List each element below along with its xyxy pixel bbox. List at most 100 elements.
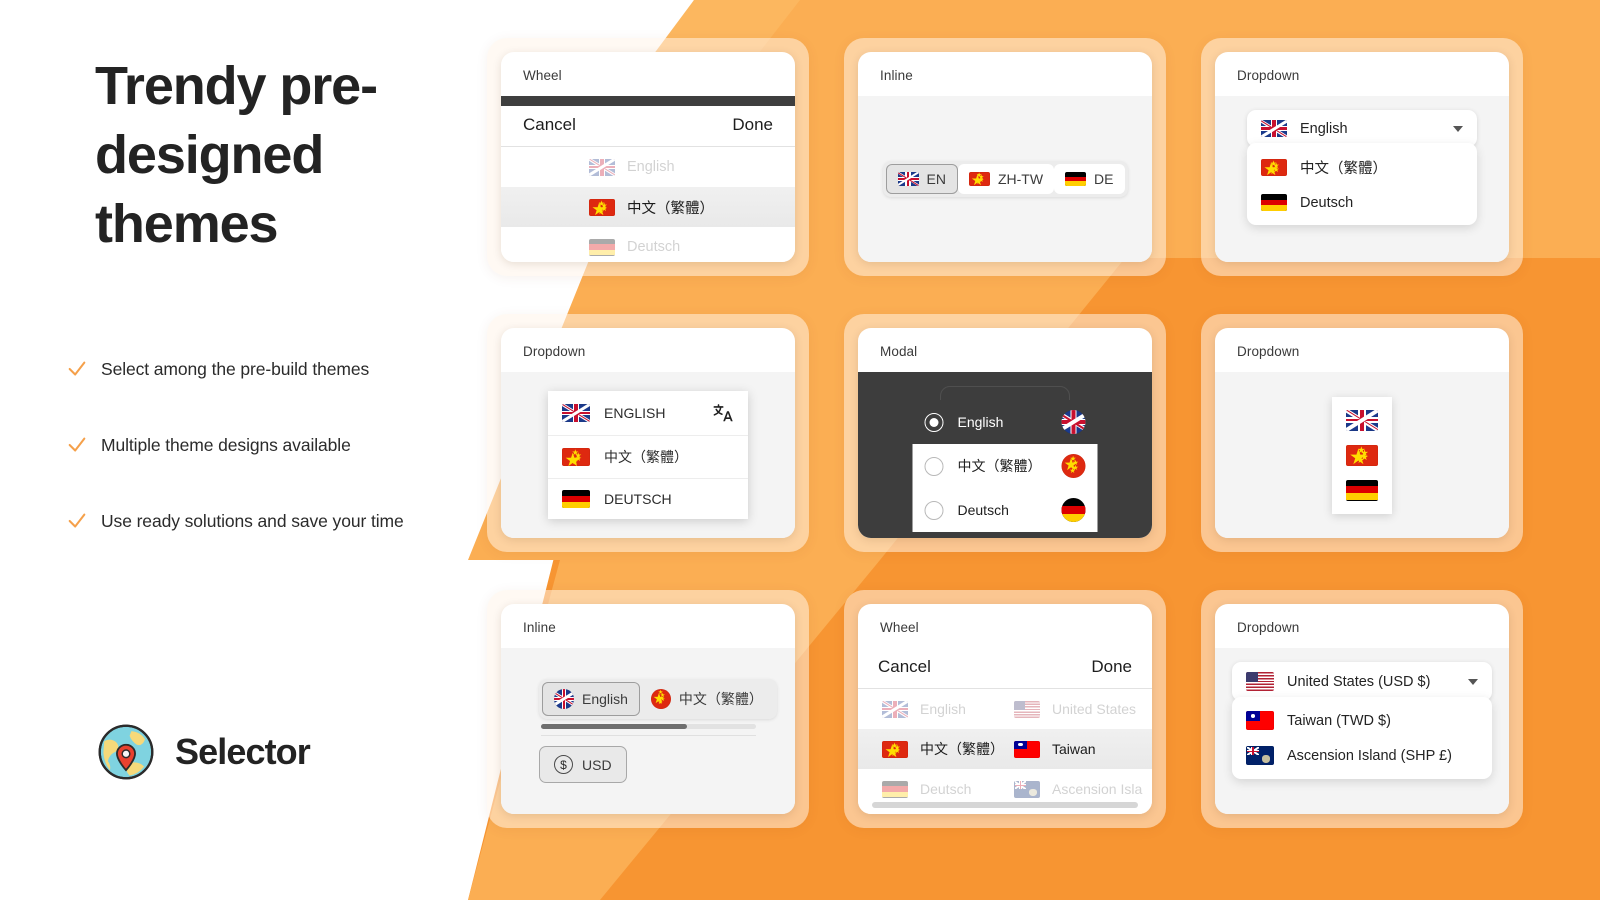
china-flag: ★ ★ ★ ★ ★ (968, 172, 990, 186)
dropdown-option[interactable]: ★ ★ ★ ★ ★ 中文（繁體） (1247, 149, 1477, 186)
segment-english[interactable]: English (542, 682, 640, 716)
currency-button[interactable]: $ USD (539, 746, 627, 783)
poster-canvas: Trendy pre-designed themes Select among … (0, 0, 1600, 900)
wheel-option-label: English (627, 159, 675, 175)
cancel-button[interactable]: Cancel (878, 657, 931, 677)
cancel-button[interactable]: Cancel (523, 115, 576, 135)
preview-inline-currency: Inline English ★ ★ ★ ★ ★ 中文（繁體） $ USD (501, 604, 795, 814)
segment-zh-tw[interactable]: ★ ★ ★ ★ ★ 中文（繁體） (640, 682, 774, 716)
theme-card-dropdown-uppercase: Dropdown ENGLISH ★ ★ ★ ★ ★ 中文（繁體） DEUTSC… (487, 314, 809, 552)
modal-radio-row[interactable]: 中文（繁體） ★ ★ ★ ★ ★ (913, 444, 1098, 488)
divider (541, 735, 756, 736)
wheel-country-cell: Taiwan (1014, 740, 1152, 758)
segment-label: 中文（繁體） (678, 691, 763, 707)
brand-lockup: Selector (97, 723, 311, 781)
preview-dropdown-flags: Dropdown ★ ★ ★ ★ ★ (1215, 328, 1509, 538)
modal-radio-row[interactable]: English (912, 400, 1098, 444)
wheel-option[interactable]: ★ ★ ★ ★ ★ 中文（繁體） (501, 187, 795, 227)
dropdown-option-label: Taiwan (TWD $) (1287, 712, 1391, 729)
card-body: English ★ ★ ★ ★ ★ 中文（繁體） (501, 648, 795, 814)
segmented-wrapper: EN ★ ★ ★ ★ ★ ZH-TW DE (858, 96, 1152, 262)
china-flag: ★ ★ ★ ★ ★ (1346, 444, 1378, 466)
dropdown-option-label: ENGLISH (604, 405, 666, 421)
wheel-option[interactable]: English (501, 147, 795, 187)
dropdown-wrapper: United States (USD $) Taiwan (TWD $) Asc… (1215, 648, 1509, 814)
chevron-down-icon (1468, 678, 1478, 685)
dropdown-options[interactable]: Taiwan (TWD $) Ascension Island (SHP £) (1232, 697, 1492, 779)
segment-label: English (582, 691, 628, 707)
modal-radio-row[interactable]: Deutsch (913, 488, 1098, 532)
card-title: Inline (880, 68, 913, 83)
radio-selected-icon[interactable] (924, 412, 944, 432)
wheel-action-row: Cancel Done (501, 106, 795, 147)
segment-en[interactable]: EN (885, 164, 958, 194)
wheel-options[interactable]: English United States ★ ★ ★ ★ ★ 中文（繁體） T… (858, 689, 1152, 809)
preview-dropdown-currency: Dropdown United States (USD $) Taiwan (T… (1215, 604, 1509, 814)
preview-wheel-two-column: Wheel Cancel Done English United States … (858, 604, 1152, 814)
wheel-option[interactable]: English United States (858, 689, 1152, 729)
segment-de[interactable]: DE (1054, 164, 1125, 194)
horizontal-scrollbar[interactable] (872, 802, 1138, 808)
theme-card-dropdown-flags: Dropdown ★ ★ ★ ★ ★ (1201, 314, 1523, 552)
wheel-option[interactable]: Deutsch (501, 227, 795, 262)
dropdown-toggle[interactable]: United States (USD $) (1232, 662, 1492, 701)
germany-flag (562, 490, 590, 508)
language-segmented-control[interactable]: English ★ ★ ★ ★ ★ 中文（繁體） (539, 679, 777, 719)
hero-column: Trendy pre-designed themes Select among … (0, 0, 470, 900)
usa-flag (1246, 672, 1274, 691)
card-title: Dropdown (1237, 68, 1300, 83)
done-button[interactable]: Done (1091, 657, 1132, 677)
dropdown-option[interactable]: ★ ★ ★ ★ ★ 中文（繁體） (548, 435, 748, 478)
dropdown-option[interactable]: Ascension Island (SHP £) (1232, 738, 1492, 773)
card-title: Dropdown (1237, 344, 1300, 359)
horizontal-scrollbar[interactable] (541, 724, 756, 729)
feature-item: Use ready solutions and save your time (66, 502, 466, 540)
card-title: Wheel (523, 68, 562, 83)
dropdown-option[interactable]: DEUTSCH (548, 478, 748, 519)
germany-flag (1261, 194, 1287, 211)
wheel-country-label: United States (1052, 701, 1137, 717)
page-title: Trendy pre-designed themes (95, 56, 378, 255)
segment-zh-tw[interactable]: ★ ★ ★ ★ ★ ZH-TW (957, 164, 1055, 194)
dropdown-panel[interactable]: ENGLISH ★ ★ ★ ★ ★ 中文（繁體） DEUTSCH (548, 391, 748, 519)
germany-flag (882, 780, 908, 798)
dropdown-selected-label: United States (USD $) (1287, 673, 1431, 690)
theme-card-dropdown-language: Dropdown English ★ ★ ★ ★ ★ 中文（繁體） Deutsc… (1201, 38, 1523, 276)
theme-card-dropdown-currency: Dropdown United States (USD $) Taiwan (T… (1201, 590, 1523, 828)
uk-flag (897, 172, 919, 186)
dropdown-option[interactable]: ENGLISH (548, 391, 748, 435)
germany-flag (1065, 172, 1087, 186)
dropdown-option[interactable]: Taiwan (TWD $) (1232, 703, 1492, 738)
preview-wheel: Wheel Cancel Done English ★ ★ ★ ★ ★ 中文（繁… (501, 52, 795, 262)
wheel-action-row: Cancel Done (858, 648, 1152, 689)
chevron-down-icon (1453, 125, 1463, 132)
done-button[interactable]: Done (732, 115, 773, 135)
wheel-option-label: Deutsch (627, 239, 681, 255)
taiwan-flag (1014, 740, 1040, 758)
radio-unselected-icon[interactable] (924, 456, 944, 476)
feature-item: Select among the pre-build themes (66, 350, 466, 388)
preview-inline: Inline EN ★ ★ ★ ★ ★ ZH-TW DE (858, 52, 1152, 262)
scrollbar-thumb[interactable] (541, 724, 688, 729)
modal-radio-group[interactable]: English 中文（繁體） ★ ★ ★ ★ ★ Deutsch (912, 400, 1098, 532)
flag-option[interactable] (1342, 403, 1382, 438)
wheel-option[interactable]: ★ ★ ★ ★ ★ 中文（繁體） Taiwan (858, 729, 1152, 769)
flag-dropdown-panel[interactable]: ★ ★ ★ ★ ★ (1332, 396, 1392, 514)
language-segmented-control[interactable]: EN ★ ★ ★ ★ ★ ZH-TW DE (882, 161, 1128, 197)
dropdown-panel-wrapper: ENGLISH ★ ★ ★ ★ ★ 中文（繁體） DEUTSCH (501, 372, 795, 538)
taiwan-flag (1246, 711, 1274, 730)
dropdown-options[interactable]: ★ ★ ★ ★ ★ 中文（繁體） Deutsch (1247, 143, 1477, 225)
feature-label: Select among the pre-build themes (101, 358, 370, 379)
wheel-options[interactable]: English ★ ★ ★ ★ ★ 中文（繁體） Deutsch (501, 147, 795, 262)
wheel-grab-bar[interactable] (501, 96, 795, 106)
flag-option[interactable] (1342, 473, 1382, 508)
flag-option[interactable]: ★ ★ ★ ★ ★ (1342, 438, 1382, 473)
radio-unselected-icon[interactable] (924, 500, 944, 520)
feature-label: Multiple theme designs available (101, 434, 351, 455)
card-body: ★ ★ ★ ★ ★ (1215, 372, 1509, 538)
feature-label: Use ready solutions and save your time (101, 510, 404, 531)
dropdown-toggle[interactable]: English (1247, 110, 1477, 147)
wheel-language-cell: Deutsch (882, 780, 1014, 798)
dropdown-option[interactable]: Deutsch (1247, 186, 1477, 219)
card-body: English ★ ★ ★ ★ ★ 中文（繁體） (1215, 96, 1509, 262)
